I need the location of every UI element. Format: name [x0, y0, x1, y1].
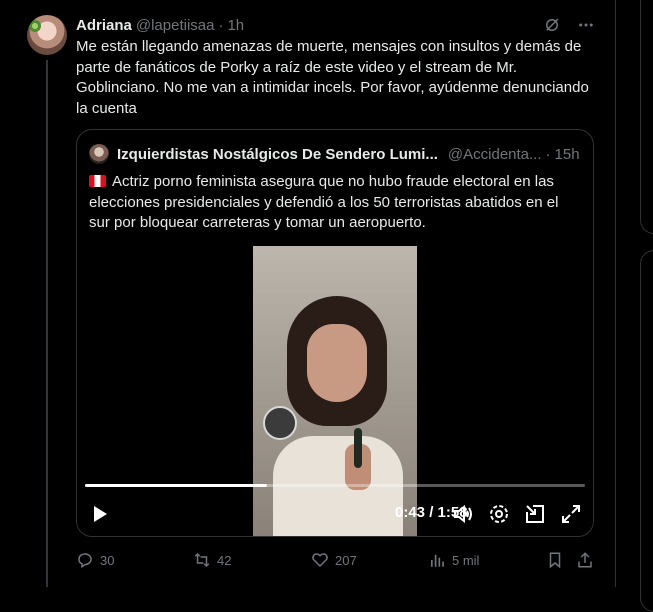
quote-author-name[interactable]: Izquierdistas Nostálgicos De Sendero Lum… — [117, 146, 438, 163]
tweet-top-icons — [543, 15, 595, 35]
more-icon[interactable] — [577, 16, 595, 34]
quote-author-handle[interactable]: @Accidenta... — [448, 146, 542, 163]
repost-count: 42 — [217, 552, 232, 568]
like-button[interactable]: 207 — [311, 546, 357, 574]
share-button[interactable] — [576, 546, 594, 574]
peru-flag-icon — [89, 175, 106, 187]
pip-icon[interactable] — [523, 502, 547, 526]
video-frame[interactable] — [253, 246, 417, 536]
settings-icon[interactable] — [487, 502, 511, 526]
quote-avatar[interactable] — [89, 144, 109, 164]
column-divider — [615, 0, 616, 587]
video-progress-fill — [85, 484, 268, 487]
reply-button[interactable]: 30 — [76, 546, 114, 574]
like-count: 207 — [335, 552, 357, 568]
bookmark-button[interactable] — [546, 546, 564, 574]
quote-text-block: Actriz porno feminista asegura que no hu… — [89, 172, 579, 234]
play-icon[interactable] — [87, 502, 111, 526]
video-player[interactable]: 0:43 / 1:58 — [77, 246, 593, 536]
reply-icon — [76, 551, 94, 569]
author-name[interactable]: Adriana — [76, 17, 132, 34]
author-handle[interactable]: @lapetiisaa — [136, 17, 215, 34]
repost-icon — [193, 551, 211, 569]
quote-header: Izquierdistas Nostálgicos De Sendero Lum… — [89, 144, 581, 164]
quote-time[interactable]: 15h — [555, 146, 580, 163]
bookmark-icon — [546, 551, 564, 569]
channel-badge-icon — [263, 406, 297, 440]
tweet-time[interactable]: 1h — [227, 17, 244, 34]
views-count: 5 mil — [452, 552, 480, 568]
grok-icon[interactable] — [543, 16, 561, 34]
fullscreen-icon[interactable] — [559, 502, 583, 526]
avatar[interactable] — [27, 15, 67, 55]
views-button[interactable]: 5 mil — [428, 546, 479, 574]
tweet-header: Adriana @lapetiisaa · 1h — [76, 15, 244, 35]
separator: · — [218, 16, 224, 34]
tweet-actions: 30 42 207 5 mil — [76, 546, 596, 574]
heart-icon — [311, 551, 329, 569]
views-icon — [428, 551, 446, 569]
repost-button[interactable]: 42 — [193, 546, 231, 574]
share-icon — [576, 551, 594, 569]
quote-separator: · — [545, 145, 551, 163]
quote-text: Actriz porno feminista asegura que no hu… — [89, 173, 559, 231]
video-progress-bar[interactable] — [85, 484, 585, 487]
sidebar-card — [640, 0, 653, 234]
reply-count: 30 — [100, 552, 115, 568]
sidebar-card — [640, 250, 653, 612]
tweet-text: Me están llegando amenazas de muerte, me… — [76, 38, 589, 117]
thread-line — [46, 60, 48, 587]
volume-icon[interactable] — [451, 502, 475, 526]
quoted-tweet[interactable]: Izquierdistas Nostálgicos De Sendero Lum… — [76, 129, 594, 537]
